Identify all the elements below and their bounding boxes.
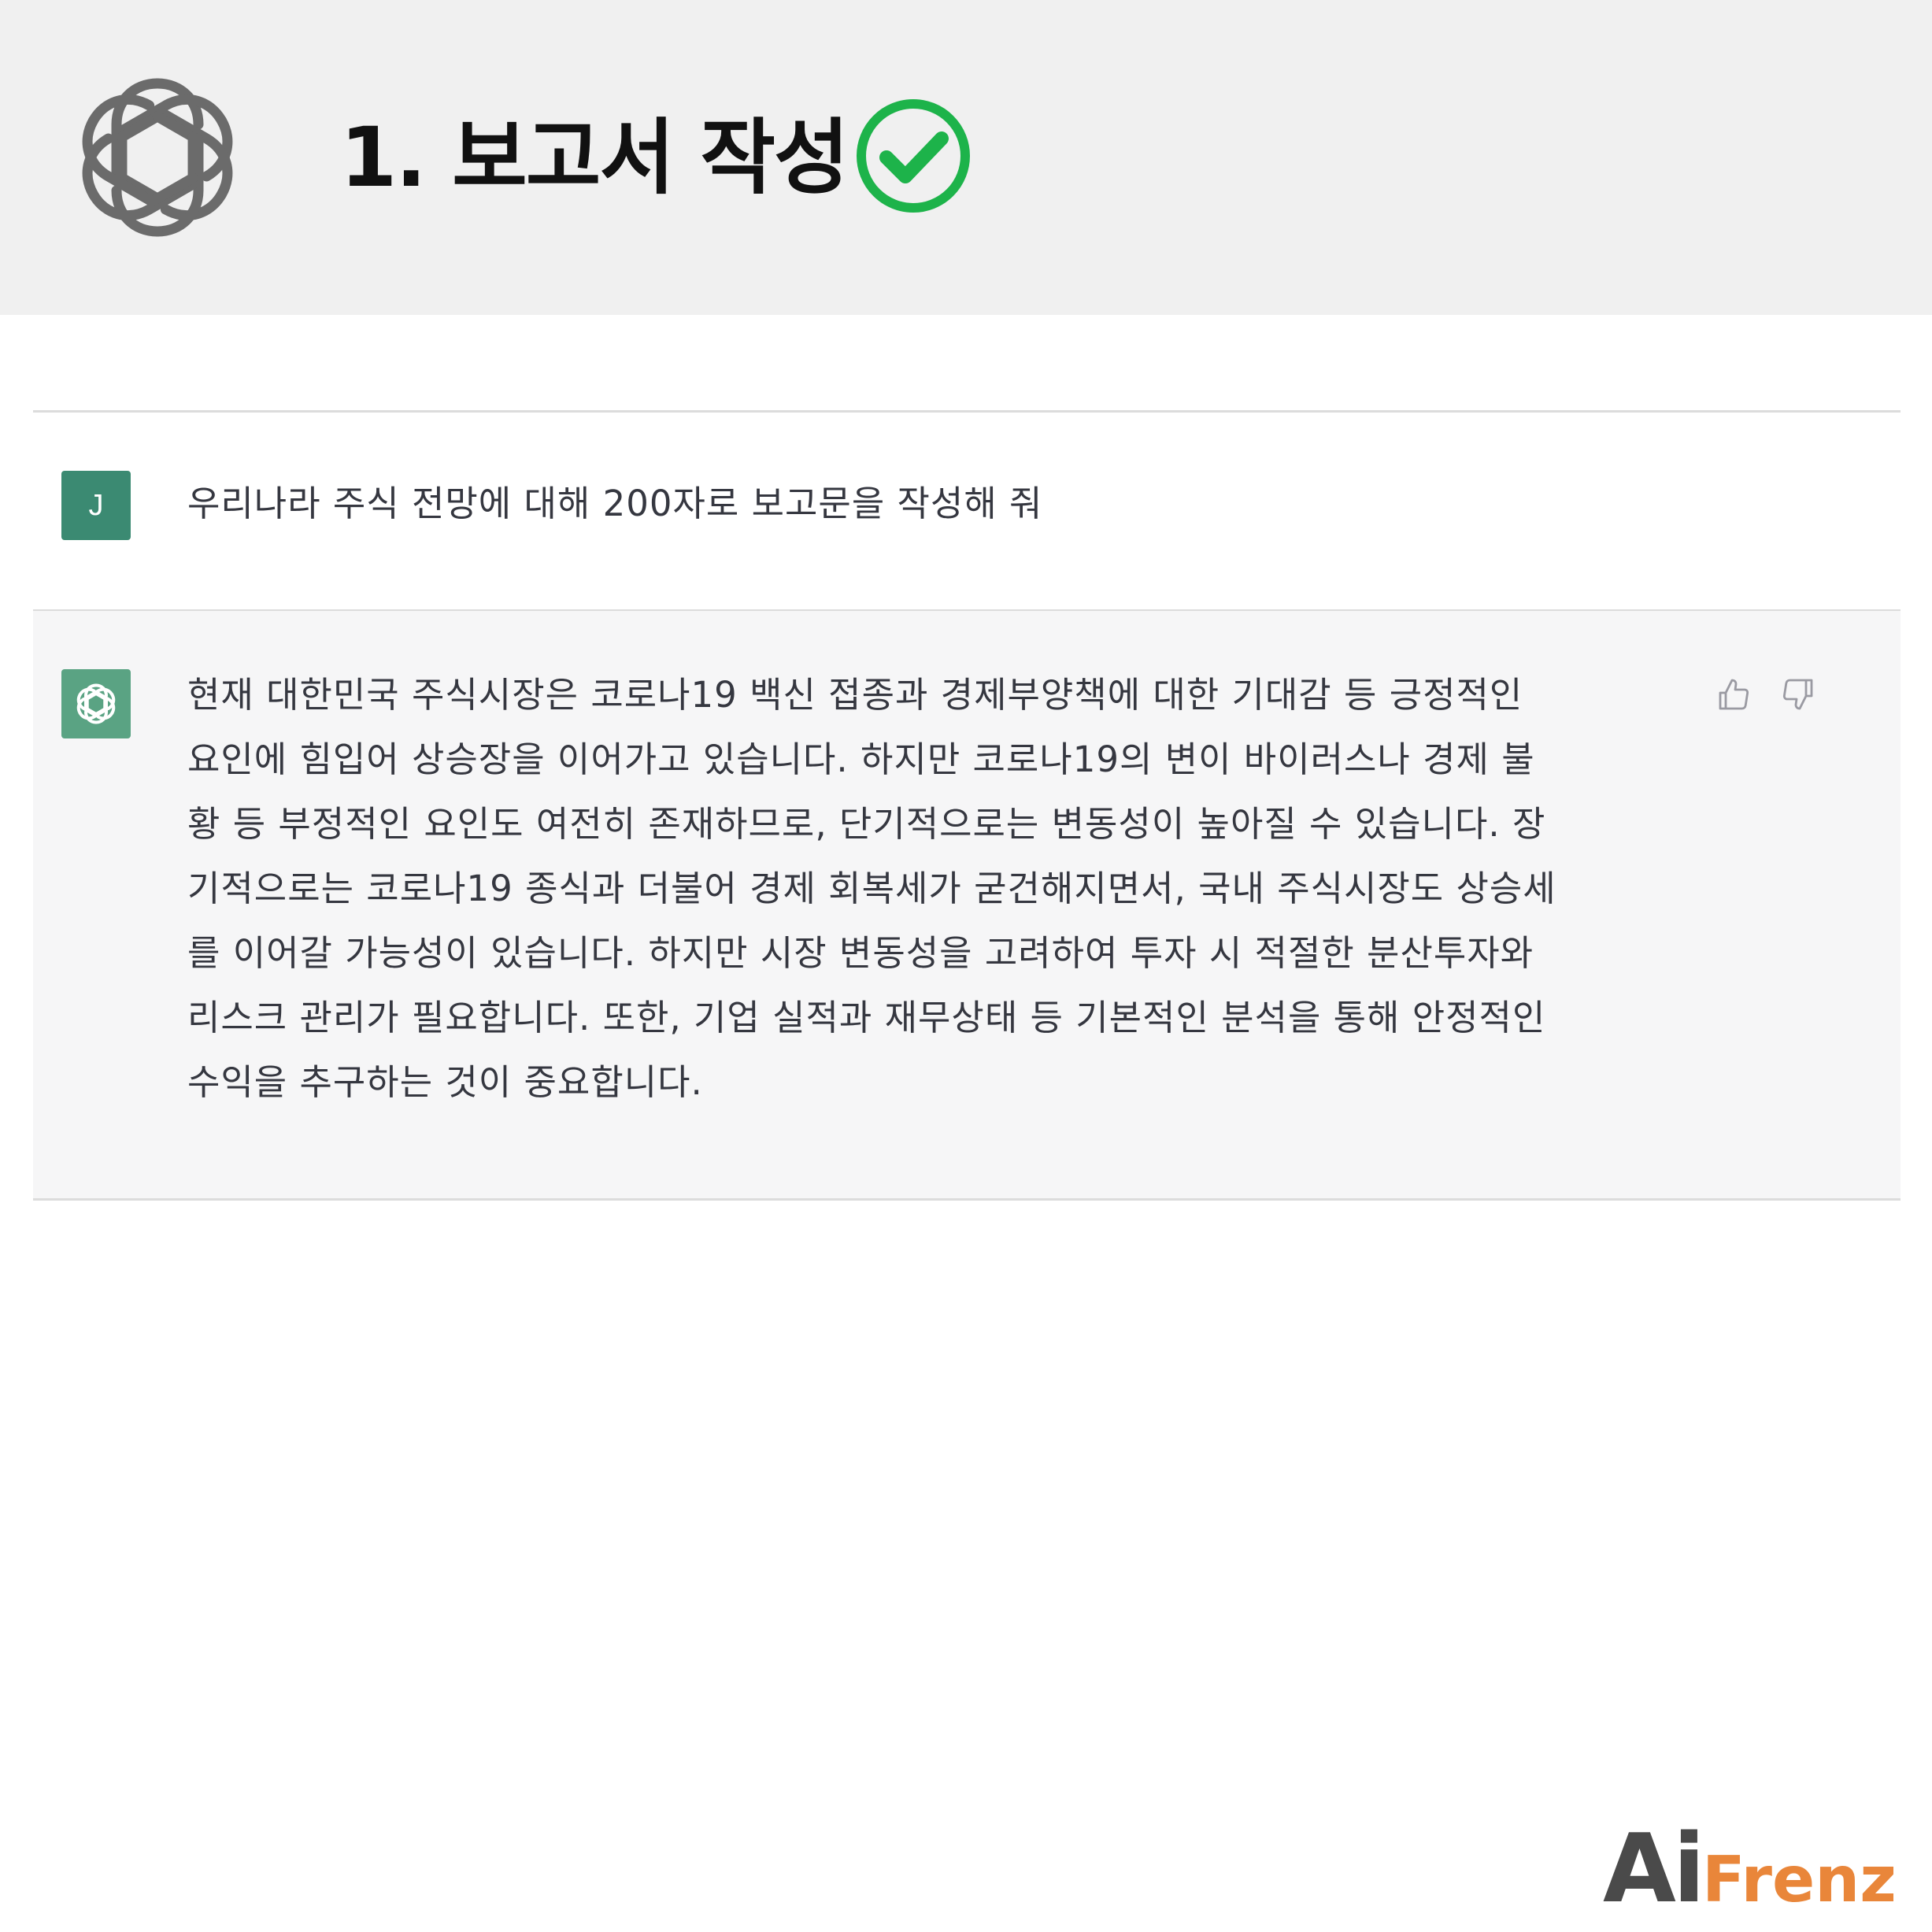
- page: 1. 보고서 작성 J 우리나라 주식 전망에 대해 200자로 보고문을 작성…: [0, 0, 1932, 1932]
- openai-logo-icon: [57, 78, 258, 258]
- brand-logo-frenz: Frenz: [1702, 1843, 1897, 1916]
- thumbs-down-button[interactable]: [1776, 672, 1820, 716]
- assistant-message-line: 요인에 힘입어 상승장을 이어가고 있습니다. 하지만 코로나19의 변이 바이…: [187, 738, 1535, 780]
- thumbs-up-icon: [1719, 679, 1749, 710]
- assistant-message-line: 를 이어갈 가능성이 있습니다. 하지만 시장 변동성을 고려하여 투자 시 적…: [187, 932, 1534, 974]
- assistant-message-line: 황 등 부정적인 요인도 여전히 존재하므로, 단기적으로는 변동성이 높아질 …: [187, 803, 1546, 845]
- openai-logo-icon: [73, 683, 119, 724]
- title-banner: 1. 보고서 작성: [0, 0, 1932, 315]
- page-title: 1. 보고서 작성: [340, 109, 849, 205]
- user-message-text[interactable]: 우리나라 주식 전망에 대해 200자로 보고문을 작성해 줘: [187, 476, 1042, 532]
- green-check-circle-icon: [857, 99, 970, 213]
- assistant-message-line: 기적으로는 코로나19 종식과 더불어 경제 회복세가 굳건해지면서, 국내 주…: [187, 868, 1556, 909]
- user-avatar: J: [61, 471, 131, 540]
- brand-logo: AiFrenz: [1603, 1819, 1897, 1921]
- divider: [33, 1198, 1901, 1201]
- assistant-message-row: 현재 대한민국 주식시장은 코로나19 백신 접종과 경제부양책에 대한 기대감…: [33, 611, 1901, 1198]
- brand-logo-ai: Ai: [1603, 1815, 1705, 1924]
- user-message-row: J 우리나라 주식 전망에 대해 200자로 보고문을 작성해 줘: [33, 413, 1901, 609]
- thumbs-down-icon: [1782, 679, 1813, 710]
- assistant-message-text[interactable]: 현재 대한민국 주식시장은 코로나19 백신 접종과 경제부양책에 대한 기대감…: [187, 663, 1695, 1115]
- assistant-avatar: [61, 669, 131, 738]
- thumbs-up-button[interactable]: [1712, 672, 1756, 716]
- assistant-message-line: 수익을 추구하는 것이 중요합니다.: [187, 1061, 703, 1103]
- assistant-message-line: 현재 대한민국 주식시장은 코로나19 백신 접종과 경제부양책에 대한 기대감…: [187, 674, 1523, 716]
- assistant-message-line: 리스크 관리가 필요합니다. 또한, 기업 실적과 재무상태 등 기본적인 분석…: [187, 997, 1546, 1038]
